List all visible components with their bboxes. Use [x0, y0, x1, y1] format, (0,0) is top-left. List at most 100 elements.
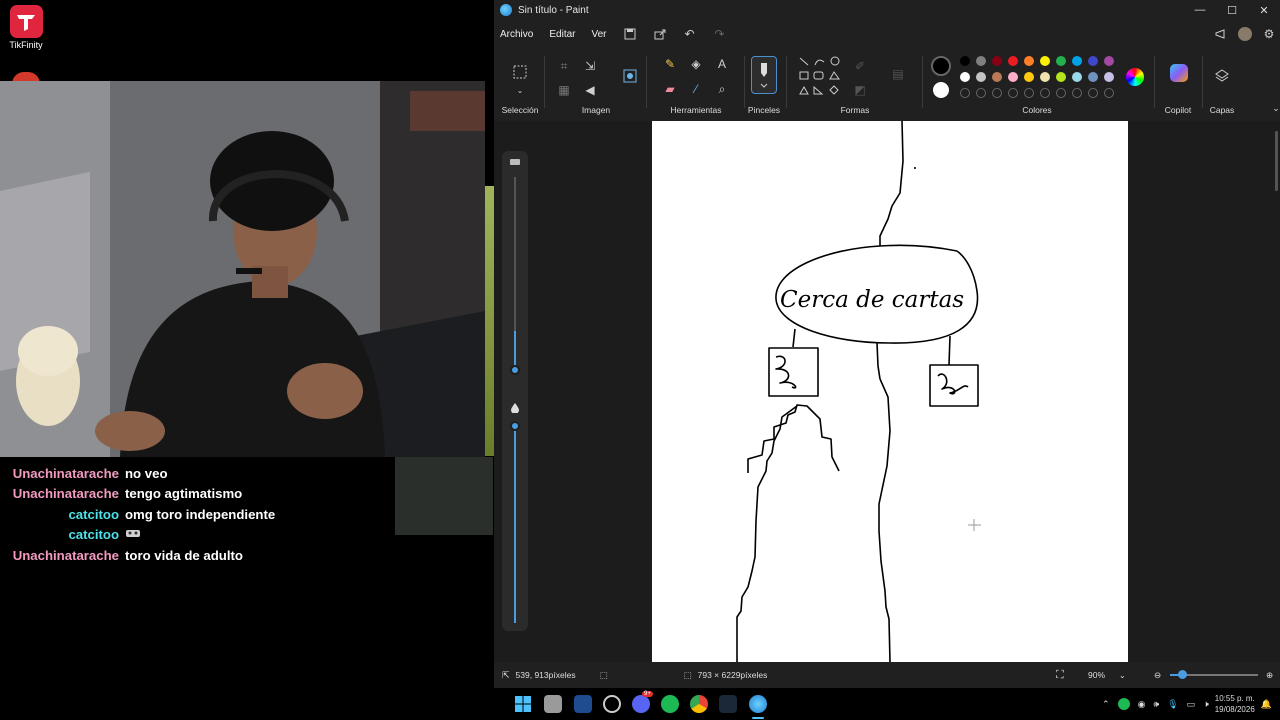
account-avatar[interactable]	[1238, 27, 1252, 41]
color-swatch[interactable]	[1104, 72, 1114, 82]
minimize-button[interactable]: —	[1184, 0, 1216, 20]
empty-color-slot[interactable]	[1040, 88, 1050, 98]
shape-styles-icon[interactable]: ▤	[890, 66, 906, 82]
group-colores: Colores	[926, 48, 1148, 118]
ribbon-expand-chevron-icon[interactable]: ⌄	[1268, 100, 1280, 116]
empty-color-slot[interactable]	[1008, 88, 1018, 98]
empty-color-slot[interactable]	[1088, 88, 1098, 98]
task-view-icon[interactable]	[544, 695, 562, 713]
clock[interactable]: 10:55 p. m. 19/08/2026	[1215, 693, 1255, 715]
share-icon[interactable]	[653, 27, 667, 41]
color-swatch[interactable]	[976, 56, 986, 66]
color-swatch[interactable]	[1040, 72, 1050, 82]
network-icon[interactable]: ▭	[1187, 699, 1196, 710]
app-icon[interactable]	[574, 695, 592, 713]
zoom-select[interactable]: 90% ⌄	[1080, 666, 1136, 684]
microphone-icon[interactable]: 🎙	[1167, 699, 1178, 710]
color-swatch[interactable]	[1040, 56, 1050, 66]
zoom-value: 90%	[1088, 670, 1106, 680]
rotate-icon[interactable]: ◀	[582, 82, 598, 98]
tray-expand-icon[interactable]: ⌃	[1102, 699, 1110, 710]
size-slider-thumb[interactable]	[510, 365, 520, 375]
spotify-tray-icon[interactable]	[1117, 698, 1130, 710]
menu-ver[interactable]: Ver	[591, 29, 606, 40]
volume-mixer-icon[interactable]: 🕪	[1153, 699, 1159, 710]
fill-bucket-icon[interactable]: ◈	[688, 56, 704, 72]
group-capas: Capas	[1204, 48, 1240, 118]
steam-icon[interactable]	[719, 695, 737, 713]
eraser-icon[interactable]: ▰	[662, 81, 678, 97]
color-swatch[interactable]	[1024, 56, 1034, 66]
fill-shape-icon[interactable]: ◩	[852, 82, 868, 98]
close-button[interactable]: ✕	[1248, 0, 1280, 20]
zoom-in-icon[interactable]: ⊕	[1266, 670, 1273, 681]
color-swatch[interactable]	[992, 56, 1002, 66]
empty-color-slot[interactable]	[1072, 88, 1082, 98]
color-swatch[interactable]	[960, 56, 970, 66]
copilot-icon[interactable]	[1170, 64, 1188, 82]
color-swatch[interactable]	[1088, 72, 1098, 82]
color-swatch[interactable]	[1088, 56, 1098, 66]
pencil-icon[interactable]: ✎	[662, 56, 678, 72]
color-swatch[interactable]	[976, 72, 986, 82]
menu-archivo[interactable]: Archivo	[500, 29, 533, 40]
brush-button[interactable]	[751, 56, 777, 94]
notifications-bell-icon[interactable]: 🔔	[1261, 699, 1272, 710]
empty-color-slot[interactable]	[992, 88, 1002, 98]
undo-icon[interactable]: ↶	[683, 27, 697, 41]
select-all-icon[interactable]: ▦	[556, 82, 572, 98]
text-tool-icon[interactable]: A	[714, 56, 730, 72]
color-swatch[interactable]	[1056, 56, 1066, 66]
primary-color[interactable]	[931, 56, 951, 76]
chrome-icon[interactable]	[690, 695, 708, 713]
settings-gear-icon[interactable]: ⚙	[1262, 27, 1276, 41]
drawing-canvas[interactable]: Cerca de cartas	[652, 120, 1128, 663]
color-swatch[interactable]	[992, 72, 1002, 82]
color-swatch[interactable]	[1072, 56, 1082, 66]
color-swatch[interactable]	[1024, 72, 1034, 82]
color-swatch[interactable]	[960, 72, 970, 82]
empty-color-slot[interactable]	[1056, 88, 1066, 98]
save-icon[interactable]	[623, 27, 637, 41]
fit-screen-icon[interactable]: ⛶	[1056, 669, 1064, 682]
empty-color-slot[interactable]	[1104, 88, 1114, 98]
color-swatch[interactable]	[1008, 72, 1018, 82]
rect-select-icon[interactable]	[512, 64, 528, 80]
empty-color-slot[interactable]	[976, 88, 986, 98]
discord-icon[interactable]	[632, 695, 650, 713]
vertical-scrollbar[interactable]	[1275, 131, 1278, 191]
maximize-button[interactable]: ☐	[1216, 0, 1248, 20]
edit-colors-icon[interactable]	[1126, 68, 1144, 86]
zoom-slider-thumb[interactable]	[1178, 670, 1187, 679]
shapes-gallery[interactable]	[798, 56, 844, 106]
chevron-down-icon[interactable]: ⌄	[512, 82, 528, 98]
window-title: Sin título - Paint	[518, 4, 589, 16]
color-swatch[interactable]	[1056, 72, 1066, 82]
color-picker-icon[interactable]: ⁄	[688, 81, 704, 97]
outline-icon[interactable]: ✐	[852, 58, 868, 74]
windows-start-icon[interactable]	[514, 695, 532, 713]
divider	[786, 56, 787, 108]
empty-color-slot[interactable]	[1024, 88, 1034, 98]
remove-background-icon[interactable]	[622, 68, 638, 84]
layers-icon[interactable]	[1214, 68, 1230, 84]
discord-tray-icon[interactable]: ◉	[1138, 699, 1146, 710]
spotify-icon[interactable]	[661, 695, 679, 713]
obs-icon[interactable]	[603, 695, 621, 713]
menu-editar[interactable]: Editar	[549, 29, 575, 40]
empty-color-slot[interactable]	[960, 88, 970, 98]
paint-taskbar-icon[interactable]	[749, 695, 767, 713]
resize-icon[interactable]: ⇲	[582, 58, 598, 74]
color-swatch[interactable]	[1072, 72, 1082, 82]
magnifier-icon[interactable]: ⌕	[714, 81, 730, 97]
zoom-out-icon[interactable]: ⊖	[1154, 670, 1161, 681]
color-swatch[interactable]	[1104, 56, 1114, 66]
speaker-icon[interactable]: 🕨	[1203, 699, 1209, 710]
redo-icon[interactable]: ↷	[713, 27, 727, 41]
crop-icon[interactable]: ⌗	[556, 58, 572, 74]
title-bar[interactable]: Sin título - Paint	[494, 0, 1280, 20]
opacity-slider-thumb[interactable]	[510, 421, 520, 431]
color-swatch[interactable]	[1008, 56, 1018, 66]
feedback-icon[interactable]	[1214, 27, 1228, 41]
secondary-color[interactable]	[933, 82, 949, 98]
